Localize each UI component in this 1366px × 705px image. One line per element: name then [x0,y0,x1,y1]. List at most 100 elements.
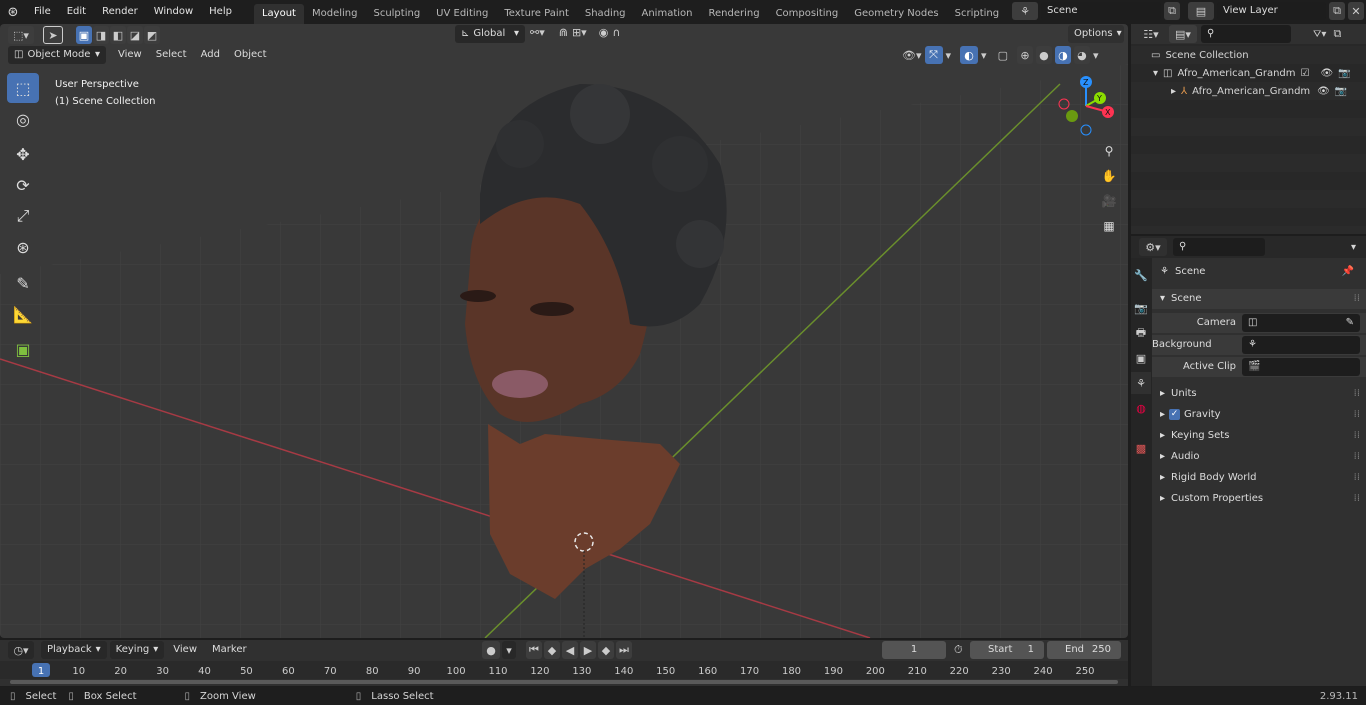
editor-type-button[interactable]: ⬚▾ [8,26,34,44]
cursor-tool-icon[interactable]: ◎ [7,104,39,134]
gizmo-toggle-icon[interactable]: ⤧ [924,46,943,64]
select-box-tool-icon[interactable]: ⬚ [7,73,39,103]
audio-panel-header[interactable]: ▸ Audio ⁞⁞ [1152,447,1366,467]
menu-select[interactable]: Select [150,46,193,64]
shading-wireframe-icon[interactable]: ⊕ [1016,46,1033,64]
play-reverse-icon[interactable]: ◀ [562,641,578,659]
tab-layout[interactable]: Layout [253,4,304,24]
viewport-3d[interactable]: ⬚▾ ➤ ▣ ◨ ◧ ◪ ◩ ⊾ Global ▾ ⚯▾ ⋒ ⊞▾ ◉ ∩ Op… [0,24,1128,638]
jump-start-icon[interactable]: ⏮ [526,641,542,659]
properties-search-input[interactable]: ⚲ [1173,238,1265,256]
drag-handle-icon[interactable]: ⁞⁞ [1354,468,1360,488]
outliner-row-scene-collection[interactable]: ▭ Scene Collection [1131,46,1366,64]
chevron-down-icon[interactable]: ▾ [981,49,987,62]
output-tab-icon[interactable]: 🖶 [1131,322,1151,344]
tab-modeling[interactable]: Modeling [304,4,366,24]
stopwatch-icon[interactable]: ⏱ [954,643,963,657]
menu-add[interactable]: Add [195,46,226,64]
object-mode-dropdown[interactable]: ◫ Object Mode ▾ [8,46,106,64]
keying-sets-panel-header[interactable]: ▸ Keying Sets ⁞⁞ [1152,426,1366,446]
start-frame-field[interactable]: Start 1 [970,641,1044,659]
select-new-icon[interactable]: ▣ [76,26,92,44]
jump-end-icon[interactable]: ⏭ [616,641,632,659]
drag-handle-icon[interactable]: ⁞⁞ [1354,489,1360,509]
auto-key-dropdown-icon[interactable]: ▾ [502,641,516,659]
select-mode-group[interactable]: ▣ ◨ ◧ ◪ ◩ [76,26,160,44]
scene-panel-header[interactable]: ▾ Scene ⁞⁞ [1152,289,1366,309]
remove-view-layer-icon[interactable]: ✕ [1348,2,1364,20]
tab-scripting[interactable]: Scripting [947,4,1007,24]
scale-tool-icon[interactable]: ⤢ [7,201,39,231]
outliner-search-input[interactable]: ⚲ [1201,25,1291,43]
drag-handle-icon[interactable]: ⁞⁞ [1354,289,1360,309]
record-keyframe-icon[interactable]: ● [482,641,500,659]
render-tab-icon[interactable]: 📷 [1131,297,1151,319]
gravity-panel-header[interactable]: ▸ ✓ Gravity ⁞⁞ [1152,405,1366,425]
background-scene-field[interactable]: ⚘ [1242,336,1360,354]
xray-toggle-icon[interactable]: ▢ [998,49,1008,62]
prev-keyframe-icon[interactable]: ◆ [544,641,560,659]
eye-icon[interactable]: 👁 [1320,68,1333,79]
pan-hand-icon[interactable]: ✋ [1098,165,1120,187]
tab-texture-paint[interactable]: Texture Paint [496,4,577,24]
tab-animation[interactable]: Animation [634,4,701,24]
custom-properties-panel-header[interactable]: ▸ Custom Properties ⁞⁞ [1152,489,1366,509]
annotate-tool-icon[interactable]: ✎ [7,268,39,298]
chevron-down-icon[interactable]: ▾ [946,49,952,62]
tab-shading[interactable]: Shading [577,4,634,24]
snap-magnet-icon[interactable]: ⋒ [559,26,568,39]
snap-target-icon[interactable]: ⊞▾ [572,26,587,39]
rigid-body-world-panel-header[interactable]: ▸ Rigid Body World ⁞⁞ [1152,468,1366,488]
timeline-menu-view[interactable]: View [167,641,203,659]
keying-dropdown[interactable]: Keying ▾ [109,641,165,659]
shading-rendered-icon[interactable]: ◕ [1073,46,1090,64]
options-dropdown[interactable]: Options ▾ [1068,25,1124,43]
shading-solid-icon[interactable]: ● [1035,46,1052,64]
tool-select-button[interactable]: ➤ [43,26,63,44]
proportional-edit-icon[interactable]: ◉ [599,26,609,39]
scene-name-field[interactable]: Scene [1041,2,1161,20]
render-camera-icon[interactable]: 📷 [1338,68,1350,79]
display-mode-icon[interactable]: ▤▾ [1169,25,1197,43]
checkbox-icon[interactable]: ☑ [1300,68,1309,79]
measure-tool-icon[interactable]: 📐 [7,299,39,329]
units-panel-header[interactable]: ▸ Units ⁞⁞ [1152,384,1366,404]
playback-dropdown[interactable]: Playback ▾ [41,641,107,659]
select-invert-icon[interactable]: ◪ [127,26,143,44]
outliner-row-object[interactable]: ▾ ◫ Afro_American_Grandma_Hea ☑ 👁 📷 [1131,64,1366,82]
viewport-display-group[interactable]: 👁▾ ⤧ ▾ ◐ ▾ ▢ ⊕ ● ◑ ◕ ▾ [902,46,1099,64]
drag-handle-icon[interactable]: ⁞⁞ [1354,426,1360,446]
scene-tab-icon[interactable]: ⚘ [1131,372,1151,394]
copy-view-layer-icon[interactable]: ⧉ [1329,2,1345,20]
scene-selector[interactable]: ⚘ Scene ⧉ [1012,2,1180,20]
menu-file[interactable]: File [26,0,59,24]
camera-field[interactable]: ◫ ✎ [1242,314,1360,332]
eye-icon[interactable]: 👁 [1317,86,1330,97]
properties-editor-icon[interactable]: ⚙▾ [1139,238,1167,256]
new-collection-icon[interactable]: ⧉ [1330,25,1344,43]
outliner-editor-icon[interactable]: ☷▾ [1137,25,1165,43]
end-frame-field[interactable]: End 250 [1047,641,1121,659]
grandma-head-model[interactable] [0,24,1128,638]
blender-logo-icon[interactable]: ⊛ [0,5,26,20]
menu-view[interactable]: View [112,46,148,64]
chevron-down-icon[interactable]: ▾ [1351,242,1356,253]
current-frame-field[interactable]: 1 [882,641,946,659]
visibility-icon[interactable]: 👁▾ [902,49,922,62]
view-layer-selector[interactable]: ▤ View Layer ⧉ ✕ [1188,2,1364,20]
overlay-toggle-icon[interactable]: ◐ [960,46,979,64]
expand-right-icon[interactable]: ▸ [1171,86,1176,97]
falloff-icon[interactable]: ∩ [612,26,620,39]
outliner-row-armature[interactable]: ▸ ⅄ Afro_American_Grandma 👁 📷 [1131,82,1366,100]
active-clip-field[interactable]: 🎬 [1242,358,1360,376]
timeline-menu-marker[interactable]: Marker [206,641,253,659]
pin-icon[interactable]: 📌 [1342,262,1354,282]
shading-material-icon[interactable]: ◑ [1054,46,1071,64]
perspective-grid-icon[interactable]: ▦ [1098,215,1120,237]
pivot-point-icon[interactable]: ⚯▾ [530,26,545,39]
expand-down-icon[interactable]: ▾ [1153,68,1158,79]
copy-scene-icon[interactable]: ⧉ [1164,2,1180,20]
pivot-snap-group[interactable]: ⚯▾ ⋒ ⊞▾ ◉ ∩ [530,26,620,39]
tab-geometry-nodes[interactable]: Geometry Nodes [846,4,946,24]
select-intersect-icon[interactable]: ◩ [144,26,160,44]
